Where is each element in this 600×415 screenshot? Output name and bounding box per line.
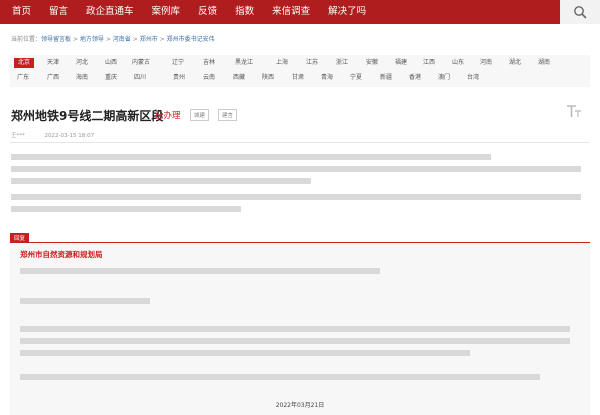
region-tab[interactable]: 澳门 — [438, 73, 450, 83]
region-tab[interactable]: 北京 — [14, 58, 35, 68]
region-tab[interactable]: 甘肃 — [292, 73, 304, 83]
region-tab[interactable]: 湖北 — [509, 58, 521, 68]
region-tab[interactable]: 西藏 — [233, 73, 245, 83]
breadcrumb-separator: > — [72, 36, 78, 43]
breadcrumb-item-henan[interactable]: 河南省 — [113, 36, 131, 43]
post-meta: 王*** 2022-03-15 18:07 — [11, 131, 94, 139]
region-tab[interactable]: 香港 — [409, 73, 421, 83]
region-tab[interactable]: 海南 — [76, 73, 88, 83]
search-button[interactable] — [560, 0, 600, 24]
breadcrumb-item-secretary[interactable]: 郑州市委书记安伟 — [167, 36, 215, 43]
font-size-icon[interactable] — [566, 103, 582, 122]
nav-letter-survey[interactable]: 来信调查 — [263, 0, 319, 24]
region-tab[interactable]: 重庆 — [105, 73, 117, 83]
region-tab[interactable]: 陕西 — [262, 73, 274, 83]
nav-messages[interactable]: 留言 — [40, 0, 77, 24]
letter-paragraph — [11, 151, 586, 163]
reply-panel: 郑州市自然资源和规划局 2022年03月21日 — [10, 243, 590, 415]
nav-index[interactable]: 指数 — [226, 0, 263, 24]
breadcrumb-item-zhengzhou[interactable]: 郑州市 — [140, 36, 158, 43]
reply-paragraph — [20, 295, 580, 307]
region-tab[interactable]: 天津 — [47, 58, 59, 68]
region-tab[interactable]: 河南 — [480, 58, 492, 68]
search-icon — [574, 6, 587, 19]
region-tab[interactable]: 广西 — [47, 73, 59, 83]
letter-paragraph — [11, 191, 586, 215]
region-tab[interactable]: 黑龙江 — [235, 58, 253, 68]
region-selector: 北京 天津 河北 山西 内蒙古 辽宁 吉林 黑龙江 上海 江苏 浙江 安徽 福建… — [10, 55, 590, 87]
breadcrumb: 当前位置：领导留言板 > 地方领导 > 河南省 > 郑州市 > 郑州市委书记安伟 — [11, 34, 215, 43]
nav-home[interactable]: 首页 — [0, 0, 40, 24]
region-tab[interactable]: 广东 — [17, 73, 29, 83]
region-tab[interactable]: 辽宁 — [172, 58, 184, 68]
nav-gov-direct[interactable]: 政企直通车 — [77, 0, 143, 24]
breadcrumb-separator: > — [132, 36, 138, 43]
region-tab[interactable]: 新疆 — [380, 73, 392, 83]
post-date: 2022-03-15 18:07 — [44, 133, 95, 139]
breadcrumb-separator: > — [159, 36, 165, 43]
region-tab[interactable]: 山东 — [452, 58, 464, 68]
status-badge: 已办理 — [155, 111, 181, 121]
region-tab[interactable]: 青海 — [321, 73, 333, 83]
region-tab[interactable]: 安徽 — [366, 58, 378, 68]
divider — [10, 142, 590, 143]
region-tab[interactable]: 福建 — [395, 58, 407, 68]
region-tab[interactable]: 浙江 — [336, 58, 348, 68]
region-tab[interactable]: 内蒙古 — [132, 58, 150, 68]
reply-paragraph — [20, 371, 580, 383]
reply-paragraph — [20, 265, 580, 277]
letter-paragraph — [11, 163, 586, 187]
region-tab[interactable]: 云南 — [203, 73, 215, 83]
nav-feedback[interactable]: 反馈 — [189, 0, 226, 24]
type-tag[interactable]: 建言 — [218, 109, 238, 121]
region-tab[interactable]: 山西 — [105, 58, 117, 68]
breadcrumb-label: 当前位置： — [11, 36, 42, 43]
region-tab[interactable]: 吉林 — [203, 58, 215, 68]
category-tag[interactable]: 城建 — [190, 109, 210, 121]
reply-org: 郑州市自然资源和规划局 — [20, 250, 103, 259]
region-tab[interactable]: 宁夏 — [350, 73, 362, 83]
region-tab[interactable]: 上海 — [276, 58, 288, 68]
reply-paragraph — [20, 323, 580, 359]
breadcrumb-item-leader-board[interactable]: 领导留言板 — [41, 36, 71, 43]
region-tab[interactable]: 台湾 — [467, 73, 479, 83]
reply-date: 2022年03月21日 — [275, 402, 325, 409]
region-tab[interactable]: 河北 — [76, 58, 88, 68]
region-tab[interactable]: 四川 — [134, 73, 146, 83]
region-tab[interactable]: 湖南 — [538, 58, 550, 68]
region-tab[interactable]: 贵州 — [173, 73, 185, 83]
breadcrumb-separator: > — [105, 36, 111, 43]
post-title: 郑州地铁9号线二期高新区段 — [11, 109, 164, 123]
region-tab[interactable]: 江苏 — [306, 58, 318, 68]
nav-solved[interactable]: 解决了吗 — [319, 0, 375, 24]
author-name: 王*** — [11, 133, 25, 139]
nav-case-library[interactable]: 案例库 — [143, 0, 190, 24]
region-tab[interactable]: 江西 — [423, 58, 435, 68]
breadcrumb-item-local-leaders[interactable]: 地方领导 — [80, 36, 104, 43]
top-navigation: 首页 留言 政企直通车 案例库 反馈 指数 来信调查 解决了吗 — [0, 0, 600, 24]
